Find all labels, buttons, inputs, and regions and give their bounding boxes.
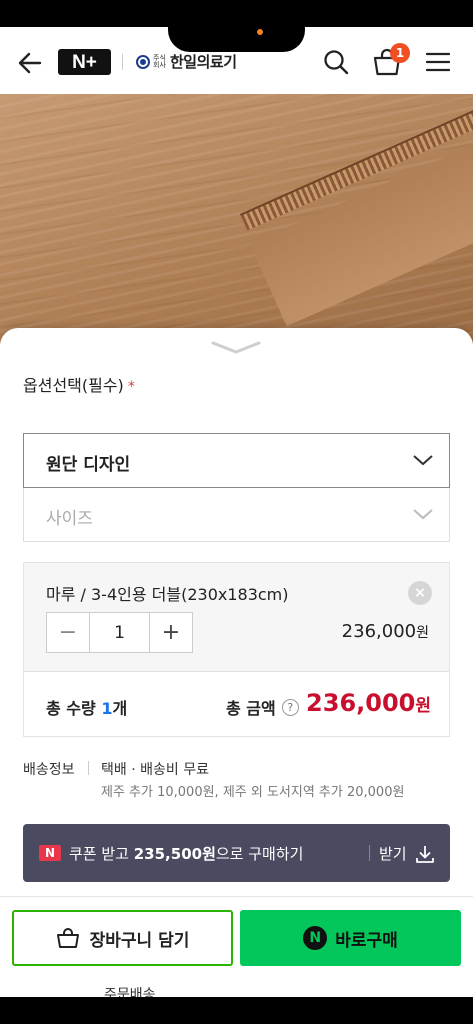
shopping-bag-icon xyxy=(56,928,79,948)
remove-option-button[interactable]: × xyxy=(408,581,432,605)
shipping-method: 택배 · 배송비 무료 xyxy=(101,762,209,778)
naver-pay-icon: N xyxy=(303,926,328,950)
coupon-get-label: 받기 xyxy=(379,845,407,863)
coupon-text-suffix: 으로 구매하기 xyxy=(215,845,304,863)
option-price-unit: 원 xyxy=(416,625,429,641)
total-quantity: 총 수량 1개 xyxy=(46,695,127,719)
back-arrow-icon[interactable] xyxy=(16,49,44,77)
add-to-cart-button[interactable]: 장바구니 담기 xyxy=(12,910,233,966)
size-select-label: 사이즈 xyxy=(46,509,93,529)
increase-quantity-button[interactable]: + xyxy=(150,613,192,652)
search-icon[interactable] xyxy=(322,48,350,76)
footer-divider xyxy=(0,896,473,897)
coupon-divider xyxy=(369,845,370,861)
sheet-collapse-chevron-icon[interactable] xyxy=(211,340,261,356)
shipping-divider xyxy=(88,761,89,775)
camera-notch xyxy=(168,0,305,52)
option-price: 236,000원 xyxy=(342,621,429,642)
total-amount-label: 총 금액 ? xyxy=(226,695,299,719)
total-amount: 236,000원 xyxy=(306,689,431,717)
option-section-title: 옵션선택(필수) * xyxy=(23,372,135,396)
size-select[interactable]: 사이즈 xyxy=(23,488,450,542)
selected-option-name: 마루 / 3-4인용 더블(230x183cm) xyxy=(46,585,289,604)
brand-subtitle: 주식회사 xyxy=(153,53,166,69)
design-select-label: 원단 디자인 xyxy=(46,455,131,475)
hamburger-menu-icon[interactable] xyxy=(424,49,452,75)
nplus-logo-text: N+ xyxy=(72,51,97,73)
coupon-text-prefix: 쿠폰 받고 xyxy=(69,845,134,863)
brand-logo[interactable]: 주식회사 한일의료기 xyxy=(136,51,237,72)
buy-now-button[interactable]: N 바로구매 xyxy=(240,910,461,966)
total-quantity-suffix: 개 xyxy=(112,699,128,718)
cart-count-badge: 1 xyxy=(390,43,410,63)
decrease-quantity-button[interactable]: − xyxy=(47,613,89,652)
naver-coupon-badge-icon: N xyxy=(39,845,61,861)
next-section-peek: 주문배송 xyxy=(104,987,156,997)
product-image[interactable] xyxy=(0,94,473,344)
download-icon xyxy=(415,845,434,863)
chevron-down-icon xyxy=(413,455,433,466)
system-bottom-bar xyxy=(0,997,473,1024)
coupon-banner[interactable]: N 쿠폰 받고 235,500원으로 구매하기 받기 xyxy=(23,824,450,882)
shipping-label: 배송정보 xyxy=(23,762,75,778)
shipping-extra-fee: 제주 추가 10,000원, 제주 외 도서지역 추가 20,000원 xyxy=(101,785,405,800)
option-bottom-sheet: 옵션선택(필수) * 원단 디자인 사이즈 마루 / 3-4인용 더블(230x1… xyxy=(0,328,473,997)
rug-surface xyxy=(250,113,473,327)
brand-name: 한일의료기 xyxy=(170,53,237,71)
option-title-text: 옵션선택(필수) xyxy=(23,376,124,395)
total-amount-value: 236,000 xyxy=(306,689,416,717)
total-quantity-number: 1 xyxy=(101,699,113,718)
header-divider xyxy=(122,54,123,70)
selected-option-box: 마루 / 3-4인용 더블(230x183cm) × − 1 + 236,000… xyxy=(23,562,450,737)
option-price-value: 236,000 xyxy=(341,621,417,642)
add-to-cart-label: 장바구니 담기 xyxy=(89,930,190,951)
coupon-download-button[interactable]: 받기 xyxy=(379,843,435,864)
total-amount-unit: 원 xyxy=(415,696,431,716)
help-icon[interactable]: ? xyxy=(281,698,299,716)
coupon-discount-price: 235,500원 xyxy=(133,845,216,863)
total-quantity-prefix: 총 수량 xyxy=(46,699,102,718)
total-amount-label-text: 총 금액 xyxy=(226,699,276,718)
quantity-stepper: − 1 + xyxy=(46,612,193,653)
app-screen: N+ 주식회사 한일의료기 1 옵션선택(필수) * 원단 디자인 사이즈 마루… xyxy=(0,27,473,997)
brand-seal-icon xyxy=(136,54,150,69)
design-select[interactable]: 원단 디자인 xyxy=(23,433,450,488)
quantity-value[interactable]: 1 xyxy=(89,613,150,652)
camera-indicator-dot xyxy=(257,29,263,35)
buy-now-label: 바로구매 xyxy=(335,930,398,951)
nplus-logo[interactable]: N+ xyxy=(58,49,111,75)
chevron-down-icon xyxy=(413,509,433,520)
coupon-text: 쿠폰 받고 235,500원으로 구매하기 xyxy=(69,843,303,864)
required-mark: * xyxy=(127,379,135,395)
